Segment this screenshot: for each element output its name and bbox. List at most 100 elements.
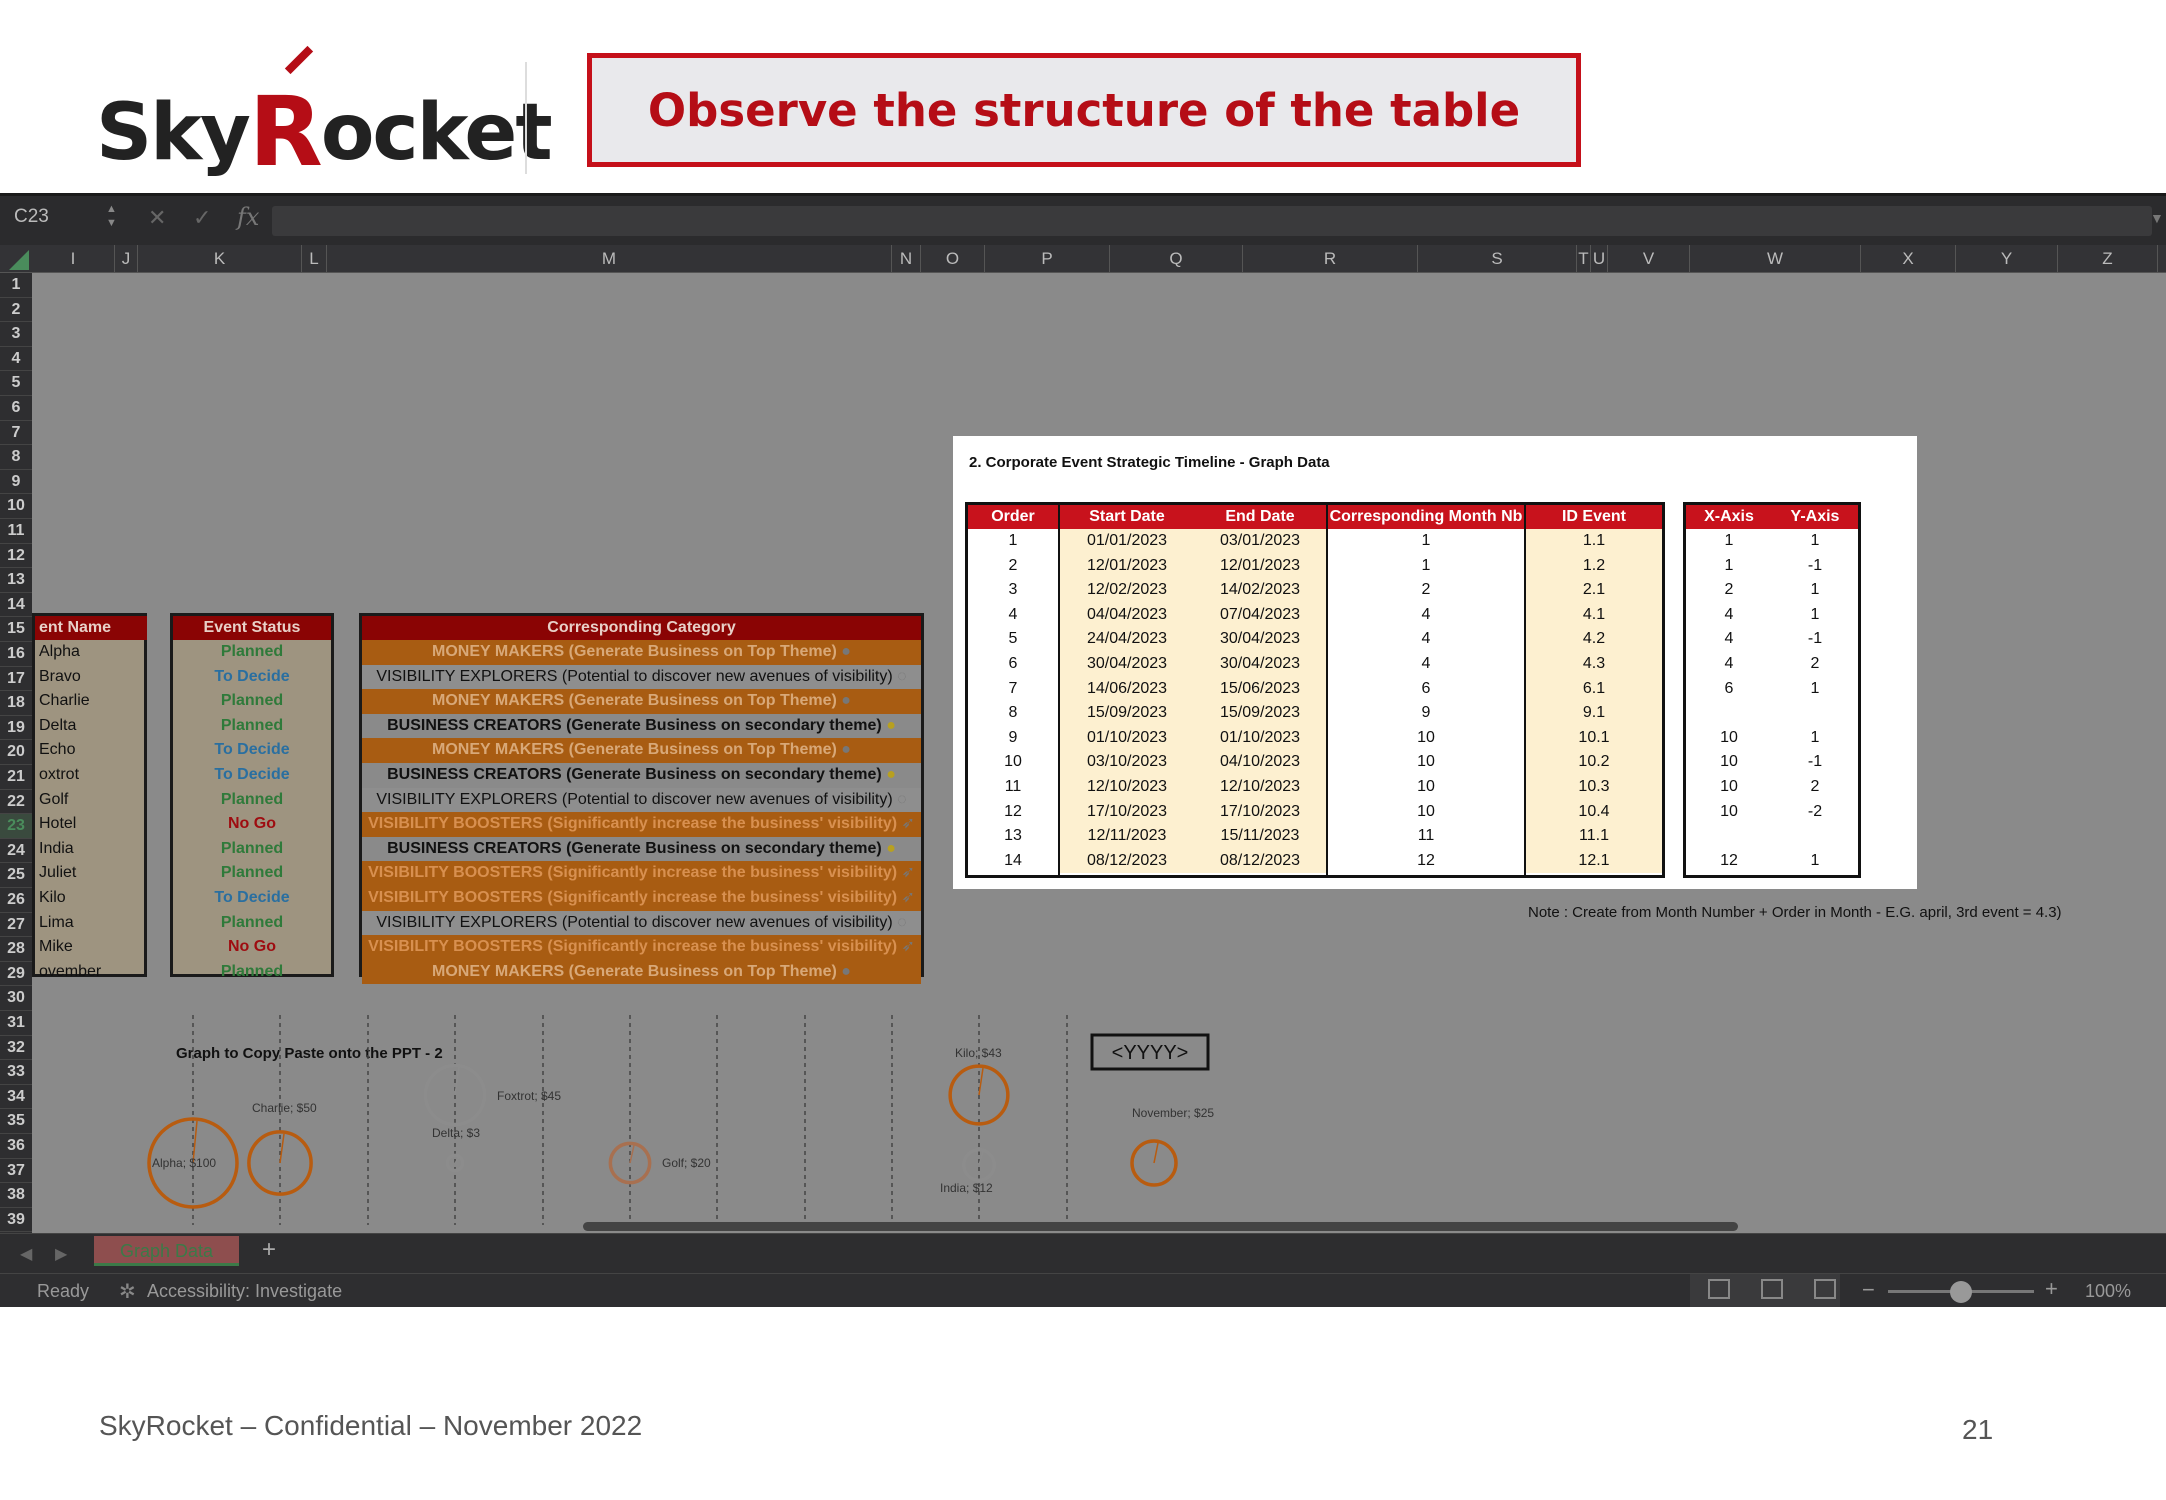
row-header-6[interactable]: 6 [0, 396, 32, 421]
zoom-out-icon[interactable]: − [1862, 1277, 1875, 1303]
formula-input[interactable] [272, 206, 2152, 236]
column-header-x[interactable]: X [1861, 245, 1956, 273]
xy-cell[interactable]: -2 [1772, 800, 1858, 825]
table-cell[interactable]: 01/01/2023 [1060, 529, 1194, 554]
event-status-cell[interactable]: Planned [173, 861, 331, 886]
event-status-cell[interactable]: Planned [173, 689, 331, 714]
normal-view-icon[interactable] [1708, 1279, 1730, 1299]
table-cell[interactable]: 03/10/2023 [1060, 750, 1194, 775]
accessibility-icon[interactable]: ✲ [119, 1279, 136, 1304]
select-all-corner[interactable] [0, 245, 32, 273]
row-header-14[interactable]: 14 [0, 593, 32, 618]
category-cell[interactable]: MONEY MAKERS (Generate Business on Top T… [362, 959, 921, 985]
table-cell[interactable]: 9.1 [1526, 701, 1662, 726]
event-status-cell[interactable]: To Decide [173, 886, 331, 911]
name-box-stepper-icon[interactable]: ▲ ▼ [106, 202, 117, 230]
event-status-cell[interactable]: No Go [173, 935, 331, 960]
event-name-cell[interactable]: Kilo [35, 886, 147, 911]
horizontal-scrollbar[interactable] [583, 1222, 1738, 1231]
column-header-u[interactable]: U [1591, 245, 1608, 273]
event-name-cell[interactable]: oxtrot [35, 763, 147, 788]
xy-cell[interactable]: 2 [1686, 578, 1772, 603]
table-cell[interactable]: 2 [968, 554, 1058, 579]
table-cell[interactable]: 11.1 [1526, 824, 1662, 849]
table-cell[interactable]: 30/04/2023 [1060, 651, 1194, 677]
zoom-slider-thumb[interactable] [1950, 1281, 1972, 1303]
table-cell[interactable]: 17/10/2023 [1060, 799, 1194, 825]
table-cell[interactable]: 04/10/2023 [1194, 750, 1326, 775]
table-cell[interactable]: 12/11/2023 [1060, 824, 1194, 849]
event-name-cell[interactable]: Echo [35, 738, 147, 763]
table-cell[interactable]: 15/06/2023 [1194, 676, 1326, 702]
event-name-cell[interactable]: Golf [35, 788, 147, 813]
row-header-29[interactable]: 29 [0, 962, 32, 987]
status-accessibility[interactable]: Accessibility: Investigate [147, 1281, 342, 1302]
event-name-cell[interactable]: Juliet [35, 861, 147, 886]
table-cell[interactable]: 1 [1328, 554, 1524, 579]
xy-cell[interactable]: 2 [1772, 652, 1858, 677]
table-cell[interactable]: 15/09/2023 [1194, 701, 1326, 726]
xy-cell[interactable] [1772, 824, 1858, 849]
row-header-25[interactable]: 25 [0, 863, 32, 888]
column-header-w[interactable]: W [1690, 245, 1861, 273]
table-cell[interactable]: 08/12/2023 [1060, 848, 1194, 874]
category-cell[interactable]: VISIBILITY BOOSTERS (Significantly incre… [362, 886, 921, 911]
column-header-m[interactable]: M [327, 245, 892, 273]
row-header-39[interactable]: 39 [0, 1208, 32, 1233]
row-header-19[interactable]: 19 [0, 716, 32, 741]
category-cell[interactable]: MONEY MAKERS (Generate Business on Top T… [362, 738, 921, 763]
xy-cell[interactable]: 1 [1772, 849, 1858, 874]
table-cell[interactable]: 4 [1328, 627, 1524, 652]
event-name-cell[interactable]: Bravo [35, 665, 147, 690]
xy-cell[interactable]: 1 [1772, 578, 1858, 603]
table-cell[interactable]: 1 [968, 529, 1058, 554]
row-header-10[interactable]: 10 [0, 494, 32, 519]
xy-cell[interactable]: 1 [1686, 554, 1772, 579]
column-header-y[interactable]: Y [1956, 245, 2058, 273]
row-header-27[interactable]: 27 [0, 913, 32, 938]
row-header-22[interactable]: 22 [0, 790, 32, 815]
row-header-8[interactable]: 8 [0, 445, 32, 470]
event-name-cell[interactable]: Charlie [35, 689, 147, 714]
event-status-cell[interactable]: No Go [173, 812, 331, 837]
event-status-cell[interactable]: Planned [173, 788, 331, 813]
table-cell[interactable]: 1 [1328, 529, 1524, 554]
xy-cell[interactable]: 4 [1686, 652, 1772, 677]
table-cell[interactable]: 03/01/2023 [1194, 529, 1326, 554]
event-name-cell[interactable]: Hotel [35, 812, 147, 837]
event-name-cell[interactable]: Delta [35, 714, 147, 739]
chevron-down-icon[interactable]: ▼ [2150, 210, 2164, 226]
category-cell[interactable]: BUSINESS CREATORS (Generate Business on … [362, 713, 921, 739]
table-cell[interactable]: 6.1 [1526, 676, 1662, 702]
row-header-24[interactable]: 24 [0, 839, 32, 864]
table-cell[interactable]: 10 [1328, 775, 1524, 800]
confirm-icon[interactable]: ✓ [193, 205, 211, 231]
event-status-cell[interactable]: To Decide [173, 763, 331, 788]
table-cell[interactable]: 4.3 [1526, 651, 1662, 677]
table-cell[interactable]: 10 [968, 750, 1058, 775]
table-cell[interactable]: 01/10/2023 [1194, 725, 1326, 751]
column-header-j[interactable]: J [115, 245, 138, 273]
row-header-35[interactable]: 35 [0, 1109, 32, 1134]
event-status-cell[interactable]: Planned [173, 837, 331, 862]
table-cell[interactable]: 4 [1328, 652, 1524, 677]
table-cell[interactable]: 10 [1328, 800, 1524, 825]
event-status-cell[interactable]: To Decide [173, 665, 331, 690]
row-header-17[interactable]: 17 [0, 667, 32, 692]
fx-icon[interactable]: fx [237, 203, 259, 231]
row-header-38[interactable]: 38 [0, 1183, 32, 1208]
category-cell[interactable]: VISIBILITY EXPLORERS (Potential to disco… [362, 664, 921, 690]
xy-cell[interactable]: 10 [1686, 775, 1772, 800]
column-header-k[interactable]: K [138, 245, 302, 273]
table-cell[interactable]: 11 [968, 775, 1058, 800]
table-cell[interactable]: 12/01/2023 [1194, 553, 1326, 579]
table-cell[interactable]: 4.2 [1526, 627, 1662, 652]
event-status-cell[interactable]: To Decide [173, 738, 331, 763]
column-header-o[interactable]: O [921, 245, 985, 273]
xy-cell[interactable]: 1 [1772, 726, 1858, 751]
table-cell[interactable]: 12.1 [1526, 848, 1662, 874]
xy-cell[interactable]: 1 [1772, 603, 1858, 628]
table-cell[interactable]: 15/09/2023 [1060, 701, 1194, 726]
category-cell[interactable]: VISIBILITY BOOSTERS (Significantly incre… [362, 935, 921, 960]
table-cell[interactable]: 08/12/2023 [1194, 848, 1326, 874]
